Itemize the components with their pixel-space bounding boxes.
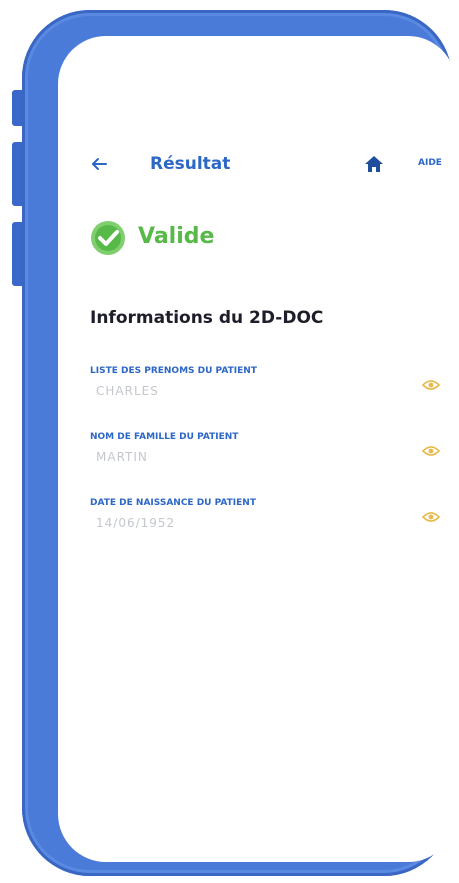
help-link[interactable]: AIDE [418, 158, 442, 168]
field-birth-date: DATE DE NAISSANCE DU PATIENT 14/06/1952 [90, 498, 442, 542]
eye-icon[interactable] [422, 444, 440, 458]
field-value: CHARLES [96, 384, 159, 398]
field-value: 14/06/1952 [96, 516, 176, 530]
arrow-left-icon[interactable] [90, 154, 110, 174]
field-label: LISTE DES PRENOMS DU PATIENT [90, 366, 257, 376]
home-icon[interactable] [364, 154, 384, 174]
field-first-names: LISTE DES PRENOMS DU PATIENT CHARLES [90, 366, 442, 410]
speaker-notch [212, 26, 276, 33]
check-circle-icon [91, 221, 125, 255]
section-title: Informations du 2D-DOC [90, 308, 324, 328]
status-label: Valide [138, 224, 215, 249]
field-value: MARTIN [96, 450, 148, 464]
eye-icon[interactable] [422, 510, 440, 524]
eye-icon[interactable] [422, 378, 440, 392]
camera-dot [294, 25, 302, 33]
page-title: Résultat [150, 154, 231, 174]
app-header: Résultat AIDE [58, 148, 456, 184]
field-label: DATE DE NAISSANCE DU PATIENT [90, 498, 256, 508]
phone-frame: Résultat AIDE Valide Informations du 2D-… [22, 10, 456, 876]
field-last-name: NOM DE FAMILLE DU PATIENT MARTIN [90, 432, 442, 476]
phone-screen: Résultat AIDE Valide Informations du 2D-… [58, 36, 456, 862]
stage: Résultat AIDE Valide Informations du 2D-… [0, 0, 459, 883]
field-label: NOM DE FAMILLE DU PATIENT [90, 432, 239, 442]
